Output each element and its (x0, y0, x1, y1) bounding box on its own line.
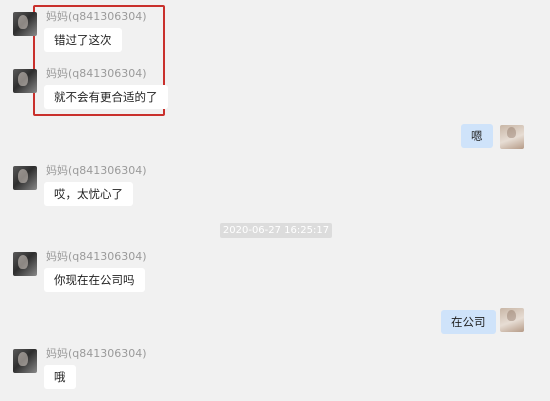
self-avatar[interactable] (500, 308, 524, 332)
contact-avatar[interactable] (13, 12, 37, 36)
contact-avatar[interactable] (13, 166, 37, 190)
contact-avatar[interactable] (13, 252, 37, 276)
timestamp-divider: 2020-06-27 16:25:17 (220, 223, 332, 238)
message-bubble-self[interactable]: 嗯 (461, 124, 493, 148)
message-bubble[interactable]: 错过了这次 (44, 28, 122, 52)
message-bubble-self[interactable]: 在公司 (441, 310, 496, 334)
message-bubble[interactable]: 哎，太忧心了 (44, 182, 133, 206)
sender-name: 妈妈(q841306304) (46, 347, 147, 360)
self-avatar[interactable] (500, 125, 524, 149)
message-bubble[interactable]: 就不会有更合适的了 (44, 85, 168, 109)
sender-name: 妈妈(q841306304) (46, 10, 147, 23)
contact-avatar[interactable] (13, 69, 37, 93)
sender-name: 妈妈(q841306304) (46, 250, 147, 263)
sender-name: 妈妈(q841306304) (46, 164, 147, 177)
message-bubble[interactable]: 哦 (44, 365, 76, 389)
chat-window: 妈妈(q841306304) 错过了这次 妈妈(q841306304) 就不会有… (0, 0, 550, 401)
message-bubble[interactable]: 你现在在公司吗 (44, 268, 145, 292)
contact-avatar[interactable] (13, 349, 37, 373)
sender-name: 妈妈(q841306304) (46, 67, 147, 80)
